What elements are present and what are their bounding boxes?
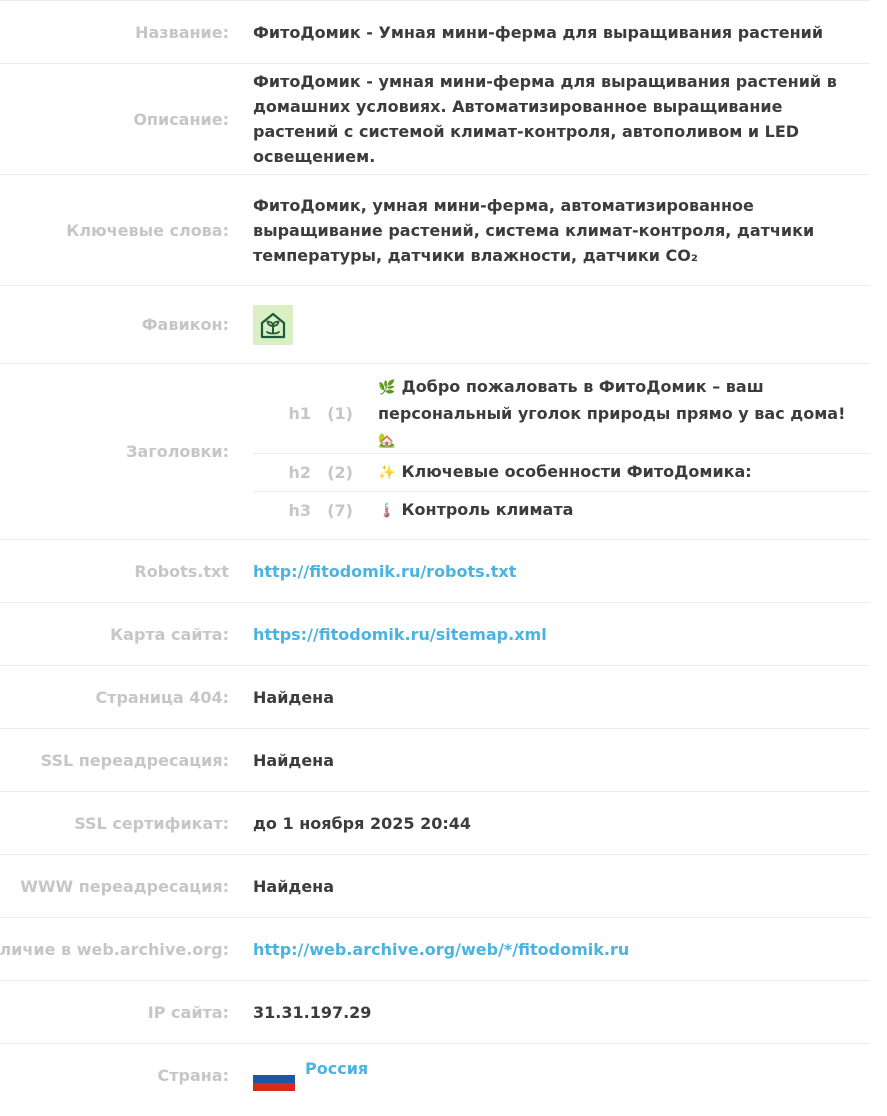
headings-label: Заголовки: <box>126 442 229 461</box>
heading-h3: h3 (7) 🌡️ Контроль климата <box>253 492 870 529</box>
row-ssl-cert: SSL сертификат: до 1 ноября 2025 20:44 <box>0 792 870 855</box>
country-label: Страна: <box>157 1065 229 1085</box>
www-redirect-label: WWW переадресация: <box>20 876 229 896</box>
heading-h2: h2 (2) ✨ Ключевые особенности ФитоДомика: <box>253 454 870 492</box>
row-page404: Страница 404: Найдена <box>0 666 870 729</box>
ssl-redirect-value: Найдена <box>253 750 335 770</box>
row-keywords: Ключевые слова: ФитоДомик, умная мини-фе… <box>0 175 870 286</box>
row-ip: IP сайта: 31.31.197.29 <box>0 981 870 1044</box>
row-robots: Robots.txt http://fitodomik.ru/robots.tx… <box>0 540 870 603</box>
herb-icon: 🌿 <box>378 379 396 396</box>
heading-count: (7) <box>327 500 353 520</box>
row-www-redirect: WWW переадресация: Найдена <box>0 855 870 918</box>
heading-text-content: Ключевые особенности ФитоДомика: <box>401 461 752 481</box>
page404-label: Страница 404: <box>95 687 229 707</box>
heading-h1: h1 (1) 🌿 Добро пожаловать в ФитоДомик – в… <box>253 375 870 454</box>
heading-tag: h1 <box>288 404 311 423</box>
www-redirect-value: Найдена <box>253 876 335 896</box>
row-webarchive: Наличие в web.archive.org: http://web.ar… <box>0 918 870 981</box>
country-link[interactable]: Россия <box>305 1059 368 1078</box>
country-value: Россия <box>253 1059 368 1091</box>
webarchive-label: Наличие в web.archive.org: <box>0 939 229 959</box>
sitemap-label: Карта сайта: <box>110 624 229 644</box>
heading-count: (1) <box>327 404 353 423</box>
webarchive-link[interactable]: http://web.archive.org/web/*/fitodomik.r… <box>253 937 870 962</box>
row-sitemap: Карта сайта: https://fitodomik.ru/sitema… <box>0 603 870 666</box>
row-country: Страна: Россия <box>0 1044 870 1106</box>
headings-list: h1 (1) 🌿 Добро пожаловать в ФитоДомик – в… <box>253 375 870 529</box>
heading-text-content: Контроль климата <box>401 499 574 519</box>
description-label: Описание: <box>133 109 229 129</box>
sitemap-link[interactable]: https://fitodomik.ru/sitemap.xml <box>253 622 870 647</box>
keywords-label: Ключевые слова: <box>66 220 229 240</box>
ssl-redirect-label: SSL переадресация: <box>40 750 229 770</box>
russia-flag-icon <box>253 1067 295 1091</box>
sparkles-icon: ✨ <box>378 464 396 481</box>
row-headings: Заголовки: h1 (1) 🌿 Добро пожаловать в Фи… <box>0 364 870 540</box>
page404-value: Найдена <box>253 687 335 707</box>
ssl-cert-value: до 1 ноября 2025 20:44 <box>253 813 472 833</box>
house-garden-icon: 🏡 <box>378 432 396 449</box>
ip-value: 31.31.197.29 <box>253 1002 372 1022</box>
row-ssl-redirect: SSL переадресация: Найдена <box>0 729 870 792</box>
name-value: ФитоДомик - Умная мини-ферма для выращив… <box>253 22 824 42</box>
robots-label: Robots.txt <box>134 561 229 581</box>
thermometer-icon: 🌡️ <box>378 502 396 519</box>
robots-link[interactable]: http://fitodomik.ru/robots.txt <box>253 559 870 584</box>
ip-label: IP сайта: <box>147 1002 229 1022</box>
heading-count: (2) <box>327 462 353 482</box>
description-value: ФитоДомик - умная мини-ферма для выращив… <box>253 72 837 166</box>
site-info-table: Название: ФитоДомик - Умная мини-ферма д… <box>0 0 887 1106</box>
row-name: Название: ФитоДомик - Умная мини-ферма д… <box>0 0 870 64</box>
ssl-cert-label: SSL сертификат: <box>74 813 229 833</box>
favicon-label: Фавикон: <box>141 315 229 334</box>
row-description: Описание: ФитоДомик - умная мини-ферма д… <box>0 64 870 175</box>
heading-text: ✨ Ключевые особенности ФитоДомика: <box>378 459 870 486</box>
heading-text-content: Добро пожаловать в ФитоДомик – ваш персо… <box>378 376 846 423</box>
heading-tag: h3 <box>288 500 311 520</box>
row-favicon: Фавикон: <box>0 286 870 364</box>
name-label: Название: <box>135 22 229 42</box>
house-sprout-icon <box>253 304 293 345</box>
heading-tag: h2 <box>288 462 311 482</box>
keywords-value: ФитоДомик, умная мини-ферма, автоматизир… <box>253 195 815 265</box>
heading-text: 🌡️ Контроль климата <box>378 497 870 524</box>
heading-text: 🌿 Добро пожаловать в ФитоДомик – ваш перс… <box>378 374 870 454</box>
